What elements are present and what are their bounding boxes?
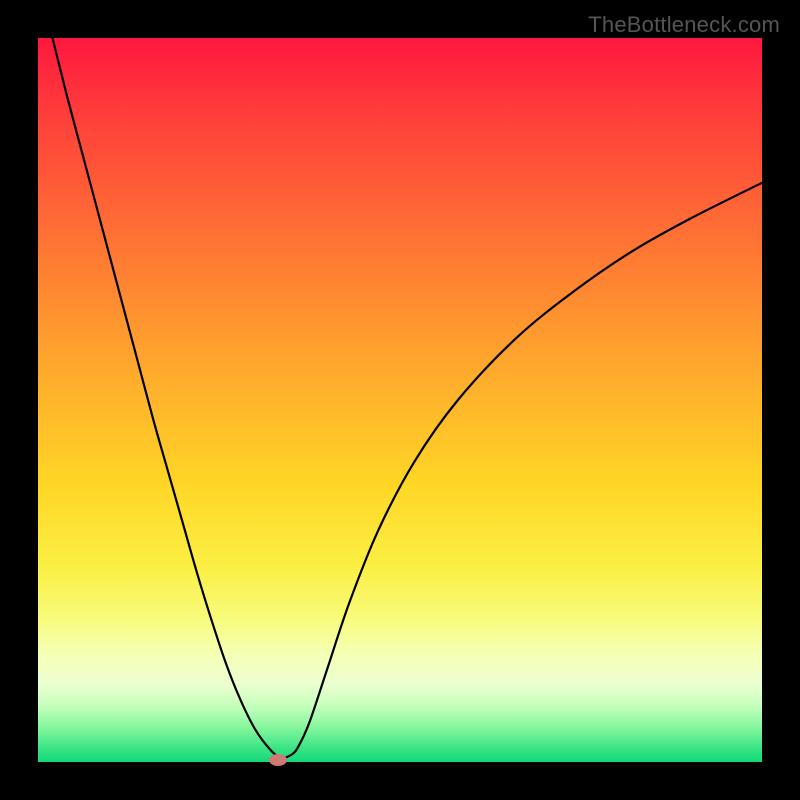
chart-stage: TheBottleneck.com (0, 0, 800, 800)
plot-area (38, 38, 762, 762)
curve-svg (38, 38, 762, 762)
optimum-marker (269, 754, 287, 766)
attribution-text: TheBottleneck.com (588, 12, 780, 38)
bottleneck-curve (38, 0, 762, 758)
